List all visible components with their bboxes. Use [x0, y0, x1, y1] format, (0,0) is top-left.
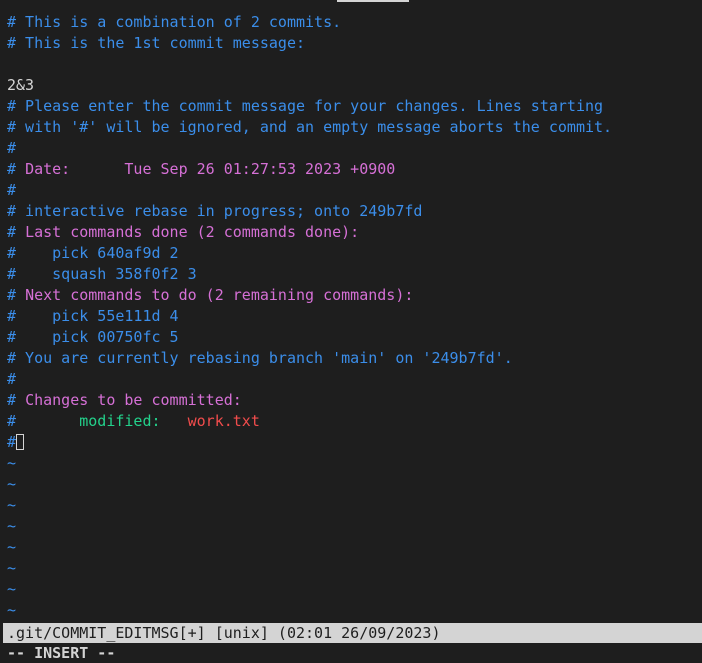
- comment-line: # This is the 1st commit message:: [7, 34, 306, 52]
- comment-prefix: #: [7, 223, 26, 241]
- date-line: # Date: Tue Sep 26 01:27:53 2023 +0900: [7, 159, 702, 180]
- command-text: pick 55e111d 4: [52, 307, 179, 325]
- empty-buffer-line: ~: [7, 538, 17, 556]
- comment-line: # interactive rebase in progress; onto 2…: [7, 202, 423, 220]
- next-commands-header: # Next commands to do (2 remaining comma…: [7, 285, 702, 306]
- comment-line: # This is a combination of 2 commits.: [7, 13, 342, 31]
- status-bar: .git/COMMIT_EDITMSG[+] [unix] (02:01 26/…: [3, 623, 702, 643]
- comment-prefix: #: [7, 160, 26, 178]
- comment-prefix: #: [7, 307, 53, 325]
- comment-line: # with '#' will be ignored, and an empty…: [7, 118, 613, 136]
- empty-buffer-line: ~: [7, 517, 17, 535]
- text-cursor: [16, 434, 25, 450]
- command-text: pick 00750fc 5: [52, 328, 179, 346]
- cursor-line[interactable]: #: [7, 432, 702, 453]
- comment-line: # You are currently rebasing branch 'mai…: [7, 349, 513, 367]
- date-label: Date:: [25, 160, 71, 178]
- comment-line: #: [7, 181, 17, 199]
- last-commands-label: Last commands done (2 commands done):: [25, 223, 360, 241]
- comment-line: #: [7, 370, 17, 388]
- commit-message-line[interactable]: 2&3: [7, 75, 702, 96]
- comment-line: # Please enter the commit message for yo…: [7, 97, 604, 115]
- command-text: pick 640af9d 2: [52, 244, 179, 262]
- changes-label: Changes to be committed:: [25, 391, 242, 409]
- empty-buffer-line: ~: [7, 580, 17, 598]
- last-commands-header: # Last commands done (2 commands done):: [7, 222, 702, 243]
- empty-buffer-line: ~: [7, 559, 17, 577]
- comment-prefix: #: [7, 286, 26, 304]
- comment-prefix: #: [7, 244, 53, 262]
- window-top-indicator: [337, 0, 409, 2]
- comment-prefix: #: [7, 328, 53, 346]
- todo-command-line: # pick 00750fc 5: [7, 327, 702, 348]
- modified-spacer: [161, 412, 188, 430]
- comment-line: #: [7, 139, 17, 157]
- empty-buffer-line: ~: [7, 475, 17, 493]
- modified-filename: work.txt: [187, 412, 260, 430]
- vim-editor-buffer[interactable]: # This is a combination of 2 commits. # …: [7, 12, 702, 621]
- changes-header: # Changes to be committed:: [7, 390, 702, 411]
- todo-command-line: # pick 55e111d 4: [7, 306, 702, 327]
- comment-prefix: #: [7, 412, 80, 430]
- modified-label: modified:: [79, 412, 161, 430]
- modified-file-line: # modified: work.txt: [7, 411, 702, 432]
- empty-buffer-line: ~: [7, 496, 17, 514]
- comment-prefix: #: [7, 391, 26, 409]
- comment-prefix: #: [7, 433, 17, 451]
- command-text: squash 358f0f2 3: [52, 265, 197, 283]
- date-spacer: [70, 160, 124, 178]
- done-command-line: # squash 358f0f2 3: [7, 264, 702, 285]
- empty-buffer-line: ~: [7, 601, 17, 619]
- date-value: Tue Sep 26 01:27:53 2023 +0900: [124, 160, 396, 178]
- mode-indicator: -- INSERT --: [7, 644, 116, 662]
- next-commands-label: Next commands to do (2 remaining command…: [25, 286, 414, 304]
- done-command-line: # pick 640af9d 2: [7, 243, 702, 264]
- empty-buffer-line: ~: [7, 454, 17, 472]
- comment-prefix: #: [7, 265, 53, 283]
